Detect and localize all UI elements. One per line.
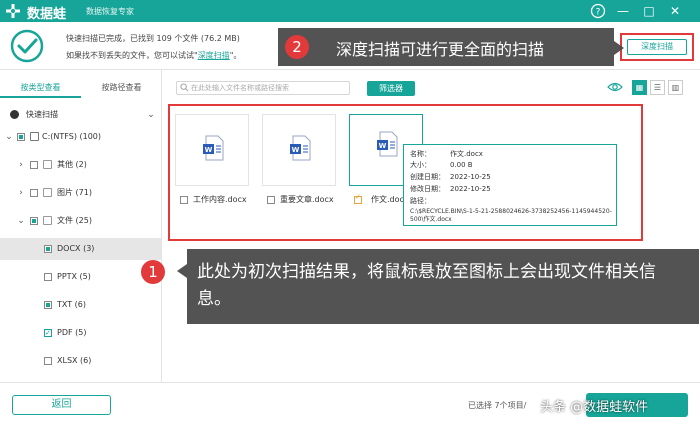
tree-quick-scan[interactable]: 快速扫描 ⌄ — [0, 104, 161, 126]
word-document-icon: W — [290, 135, 311, 161]
close-icon[interactable]: ✕ — [666, 2, 684, 20]
app-name: 数据蛙 — [27, 7, 67, 22]
chevron-right-icon[interactable]: › — [16, 182, 26, 204]
tab-by-type[interactable]: 按类型查看 — [0, 80, 81, 98]
folder-icon — [43, 160, 52, 169]
minimize-icon[interactable]: — — [614, 2, 632, 20]
file-item[interactable]: W 重要文章.docx — [262, 114, 336, 207]
sidebar-tabs: 按类型查看 按路径查看 — [0, 80, 162, 98]
docx-checkbox[interactable] — [44, 245, 52, 253]
chevron-down-icon[interactable]: ⌄ — [16, 210, 26, 232]
tree-drive-c[interactable]: ⌄ C:(NTFS) (100) — [0, 126, 161, 148]
tooltip-created: 2022-10-25 — [450, 173, 491, 181]
callout-number-badge: 2 — [285, 35, 309, 59]
sidebar: 按类型查看 按路径查看 快速扫描 ⌄ ⌄ C:(NTFS) (100) › 其他… — [0, 70, 162, 382]
other-checkbox[interactable] — [30, 161, 38, 169]
callout-text: 深度扫描可进行更全面的扫描 — [336, 40, 545, 59]
app-logo-icon — [6, 4, 20, 18]
tooltip-modified: 2022-10-25 — [450, 185, 491, 193]
back-button[interactable]: 返回 — [12, 395, 111, 415]
callout-text: 此处为初次扫描结果，将鼠标悬放至图标上会出现文件相关信息。 — [197, 262, 656, 309]
deep-scan-link[interactable]: 深度扫描 — [198, 51, 230, 60]
word-document-icon: W — [203, 135, 224, 161]
help-icon[interactable]: ? — [589, 2, 607, 20]
file-thumbnail[interactable]: W — [175, 114, 249, 186]
content-toolbar: 筛选器 ▦ ☰ ▥ — [162, 70, 700, 104]
file-checkbox[interactable] — [267, 196, 275, 204]
txt-checkbox[interactable] — [44, 301, 52, 309]
drive-checkbox[interactable] — [17, 133, 25, 141]
svg-text:W: W — [292, 146, 300, 154]
documents-checkbox[interactable] — [30, 217, 38, 225]
file-name: 重要文章.docx — [280, 195, 334, 204]
svg-text:?: ? — [596, 8, 601, 18]
tooltip-path: C:\$RECYCLE.BIN\S-1-5-21-2588024626-3738… — [410, 208, 612, 223]
chevron-down-icon[interactable]: ⌄ — [146, 104, 156, 126]
tree-pptx[interactable]: PPTX (5) — [0, 266, 161, 288]
image-icon — [43, 188, 52, 197]
callout-scan-results: 此处为初次扫描结果，将鼠标悬放至图标上会出现文件相关信息。 — [177, 249, 699, 324]
file-grid-area: W 工作内容.docx W 重要文章.docx W ✓ 作文.docx 名称： … — [162, 104, 700, 382]
footer-bar: 返回 已选择 7个项目/ 头条 @数据蛙软件 — [0, 382, 700, 428]
maximize-icon[interactable]: □ — [640, 2, 658, 20]
tooltip-size: 0.00 B — [450, 161, 473, 169]
file-checkbox[interactable] — [180, 196, 188, 204]
scan-hint: 如果找不到丢失的文件，您可以试试"深度扫描"。 — [66, 51, 242, 60]
file-checkbox[interactable] — [354, 193, 362, 204]
tooltip-name: 作文.docx — [450, 150, 483, 158]
detail-view-icon[interactable]: ▥ — [668, 80, 683, 95]
watermark: 头条 @数据蛙软件 — [540, 400, 649, 415]
tree-docx[interactable]: DOCX (3) — [0, 238, 161, 260]
tab-by-path[interactable]: 按路径查看 — [81, 80, 162, 98]
chevron-right-icon[interactable]: › — [16, 154, 26, 176]
grid-view-icon[interactable]: ▦ — [632, 80, 647, 95]
app-subtitle: 数据恢复专家 — [86, 7, 134, 16]
file-thumbnail[interactable]: W — [262, 114, 336, 186]
word-document-icon: W — [377, 131, 398, 157]
callout-deep-scan: 2 深度扫描可进行更全面的扫描 — [278, 28, 624, 66]
list-view-icon[interactable]: ☰ — [650, 80, 665, 95]
file-info-tooltip: 名称： 作文.docx 大小： 0.00 B 创建日期： 2022-10-25 修改日… — [403, 144, 617, 226]
tree-pdf[interactable]: PDF (5) — [0, 322, 161, 344]
tree-xlsx[interactable]: XLSX (6) — [0, 350, 161, 372]
title-bar: 数据蛙 数据恢复专家 ? — □ ✕ — [0, 0, 700, 22]
pptx-checkbox[interactable] — [44, 273, 52, 281]
document-icon — [43, 216, 52, 225]
file-name: 工作内容.docx — [193, 195, 247, 204]
tree-txt[interactable]: TXT (6) — [0, 294, 161, 316]
svg-text:W: W — [379, 142, 387, 150]
file-item[interactable]: W 工作内容.docx — [175, 114, 249, 207]
xlsx-checkbox[interactable] — [44, 357, 52, 365]
quick-scan-icon — [10, 110, 19, 119]
scan-results-highlight: W 工作内容.docx W 重要文章.docx W ✓ 作文.docx 名称： … — [168, 104, 643, 241]
search-icon — [180, 83, 189, 92]
search-input[interactable] — [191, 82, 347, 94]
deep-scan-highlight: 深度扫描 — [620, 33, 694, 61]
tree-documents[interactable]: ⌄ 文件 (25) — [0, 210, 161, 232]
scan-complete-check-icon — [10, 29, 44, 63]
search-box — [176, 81, 350, 95]
deep-scan-button[interactable]: 深度扫描 — [627, 39, 687, 55]
chevron-down-icon[interactable]: ⌄ — [4, 126, 14, 148]
svg-text:W: W — [205, 146, 213, 154]
selection-info: 已选择 7个项目/ — [468, 401, 527, 410]
filter-button[interactable]: 筛选器 — [367, 81, 415, 96]
pdf-checkbox[interactable] — [44, 322, 52, 344]
tree-other[interactable]: › 其他 (2) — [0, 154, 161, 176]
drive-icon — [30, 132, 39, 141]
tree-images[interactable]: › 图片 (71) — [0, 182, 161, 204]
preview-eye-icon[interactable] — [607, 81, 623, 93]
callout-number-badge: 1 — [141, 260, 165, 284]
scan-result-summary: 快速扫描已完成，已找到 109 个文件 (76.2 MB) — [66, 34, 240, 43]
images-checkbox[interactable] — [30, 189, 38, 197]
